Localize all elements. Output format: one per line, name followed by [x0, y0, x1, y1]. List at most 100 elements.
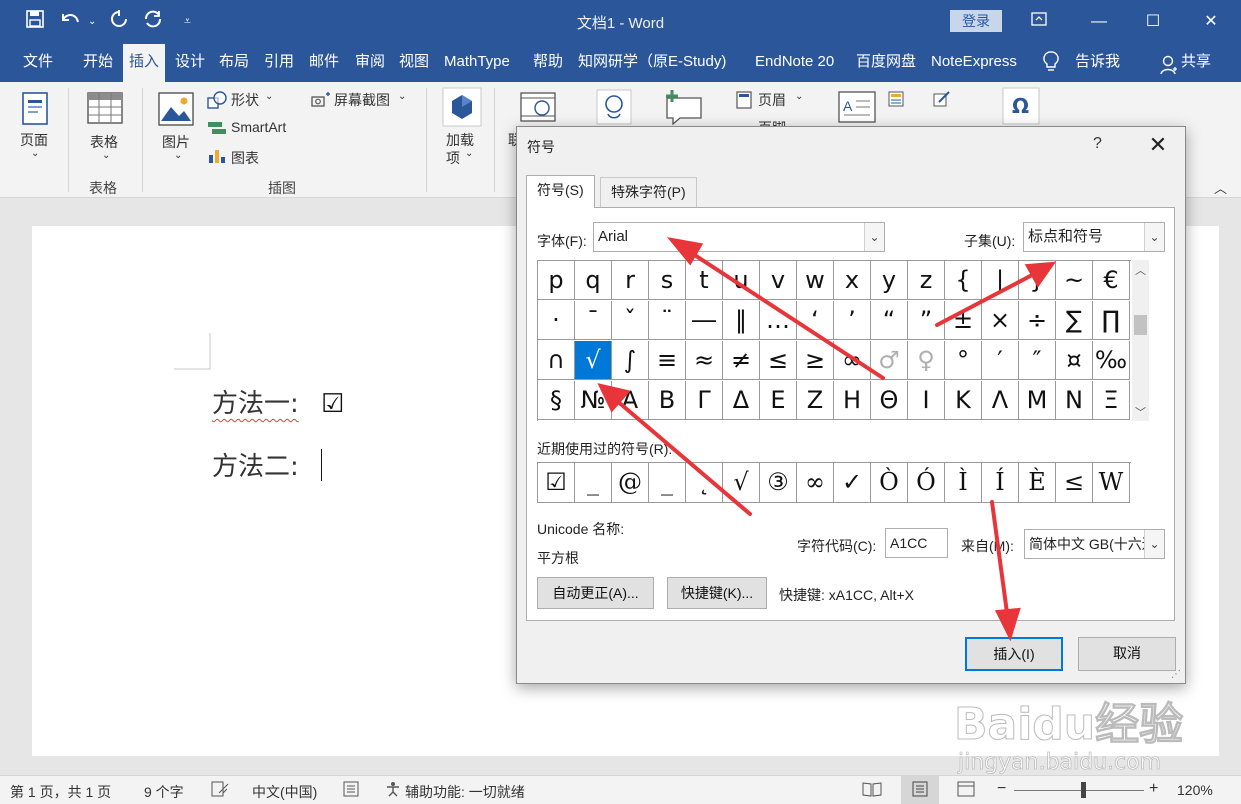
- insert-button[interactable]: 插入(I): [965, 637, 1063, 671]
- recent-symbol-cell[interactable]: Ò: [871, 463, 908, 503]
- share-button[interactable]: 共享: [1181, 44, 1211, 82]
- symbol-cell[interactable]: }: [1019, 261, 1056, 300]
- zoom-slider-thumb[interactable]: [1081, 782, 1086, 798]
- symbol-cell[interactable]: ∏: [1093, 301, 1130, 340]
- scroll-down-icon[interactable]: ﹀: [1135, 404, 1146, 420]
- smartart-button[interactable]: SmartArt: [231, 119, 286, 135]
- symbol-cell[interactable]: Ν: [1056, 381, 1093, 420]
- screenshot-icon[interactable]: [311, 92, 331, 111]
- symbol-cell[interactable]: ′: [982, 341, 1019, 380]
- symbol-cell[interactable]: Λ: [982, 381, 1019, 420]
- close-window-icon[interactable]: ✕: [1196, 9, 1226, 35]
- symbol-cell[interactable]: y: [871, 261, 908, 300]
- symbol-cell[interactable]: {: [945, 261, 982, 300]
- recent-symbol-cell[interactable]: È: [1019, 463, 1056, 503]
- close-dialog-icon[interactable]: ✕: [1143, 131, 1173, 161]
- symbol-cell[interactable]: ”: [908, 301, 945, 340]
- symbol-cell[interactable]: ~: [1056, 261, 1093, 300]
- shortcut-key-button[interactable]: 快捷键(K)...: [667, 577, 767, 609]
- shapes-icon[interactable]: [207, 91, 227, 112]
- symbol-cell[interactable]: ‘: [797, 301, 834, 340]
- header-button[interactable]: 页眉: [758, 90, 786, 110]
- recent-symbol-cell[interactable]: ≤: [1056, 463, 1093, 503]
- shapes-dropdown-icon[interactable]: ⌄: [265, 91, 273, 102]
- word-count[interactable]: 9 个字: [144, 782, 184, 802]
- tab-references[interactable]: 引用: [264, 44, 294, 82]
- tab-insert[interactable]: 插入: [123, 44, 166, 82]
- tab-layout[interactable]: 布局: [219, 44, 249, 82]
- symbol-cell[interactable]: q: [575, 261, 612, 300]
- chevron-down-icon[interactable]: ⌄: [1144, 223, 1164, 251]
- header-icon[interactable]: [736, 91, 752, 112]
- screenshot-button[interactable]: 屏幕截图: [334, 90, 390, 110]
- recent-symbol-cell[interactable]: _: [649, 463, 686, 503]
- page-button[interactable]: 页面: [20, 130, 48, 150]
- collapse-ribbon-icon[interactable]: ︿: [1214, 178, 1227, 197]
- symbol-grid-scrollbar[interactable]: ︿ ﹀: [1132, 260, 1149, 421]
- proofing-icon[interactable]: [211, 781, 229, 800]
- page-icon[interactable]: [20, 92, 50, 129]
- page-count[interactable]: 第 1 页，共 1 页: [10, 782, 111, 802]
- chevron-down-icon[interactable]: ⌄: [864, 223, 884, 251]
- tab-symbols[interactable]: 符号(S): [526, 175, 595, 208]
- zoom-out-button[interactable]: −: [997, 780, 1006, 798]
- symbol-cell[interactable]: ’: [834, 301, 871, 340]
- from-select[interactable]: 简体中文 GB(十六进制) ⌄: [1024, 529, 1165, 559]
- symbol-cell[interactable]: ˇ: [612, 301, 649, 340]
- symbol-cell[interactable]: Ε: [760, 381, 797, 420]
- symbol-cell[interactable]: z: [908, 261, 945, 300]
- symbol-cell[interactable]: ¨: [649, 301, 686, 340]
- symbol-cell[interactable]: ♂: [871, 341, 908, 380]
- symbol-cell[interactable]: Ζ: [797, 381, 834, 420]
- symbol-cell[interactable]: p: [538, 261, 575, 300]
- symbol-cell[interactable]: s: [649, 261, 686, 300]
- scroll-up-icon[interactable]: ︿: [1135, 262, 1146, 278]
- help-button[interactable]: ?: [1093, 135, 1102, 153]
- tab-review[interactable]: 审阅: [355, 44, 385, 82]
- tab-view[interactable]: 视图: [399, 44, 429, 82]
- symbol-cell[interactable]: ≤: [760, 341, 797, 380]
- symbol-cell[interactable]: ‖: [723, 301, 760, 340]
- symbol-cell[interactable]: Δ: [723, 381, 760, 420]
- chevron-down-icon[interactable]: ⌄: [1144, 530, 1164, 558]
- resize-grip-icon[interactable]: ⋰: [1171, 669, 1181, 680]
- symbol-cell[interactable]: ―: [686, 301, 723, 340]
- tab-baidu-netdisk[interactable]: 百度网盘: [856, 44, 916, 82]
- undo-dropdown-icon[interactable]: ⌄: [88, 16, 96, 27]
- charcode-field[interactable]: A1CC: [885, 528, 948, 558]
- chart-icon[interactable]: [207, 148, 227, 167]
- zoom-in-button[interactable]: +: [1149, 780, 1158, 798]
- zoom-level[interactable]: 120%: [1177, 782, 1213, 798]
- symbol-cell[interactable]: ‰: [1093, 341, 1130, 380]
- symbol-cell[interactable]: ˉ: [575, 301, 612, 340]
- symbol-cell[interactable]: ≠: [723, 341, 760, 380]
- addins-button[interactable]: 加载: [446, 130, 474, 150]
- link-icon[interactable]: [596, 89, 632, 128]
- comment-icon[interactable]: [664, 89, 704, 128]
- login-button[interactable]: 登录: [950, 10, 1002, 32]
- addins-icon[interactable]: [442, 87, 482, 130]
- recent-symbol-cell[interactable]: ☑: [538, 463, 575, 503]
- language[interactable]: 中文(中国): [252, 782, 317, 802]
- symbol-cell[interactable]: ∩: [538, 341, 575, 380]
- symbol-cell[interactable]: Κ: [945, 381, 982, 420]
- accessibility-icon[interactable]: [385, 781, 403, 800]
- symbol-grid[interactable]: p q r s t u v w x y z{|} ~ € · ˉ ˇ ¨ ― ‖… ‘’ “” ± × ÷ ∑ ∏ ∩ √ ∫ ≡ ≈ ≠ ≤ ≥…: [537, 260, 1131, 421]
- symbol-cell[interactable]: ≥: [797, 341, 834, 380]
- recent-symbol-cell[interactable]: ✓: [834, 463, 871, 503]
- tab-mailings[interactable]: 邮件: [309, 44, 339, 82]
- shapes-button[interactable]: 形状: [231, 90, 259, 110]
- screenshot-dropdown-icon[interactable]: ⌄: [398, 91, 406, 102]
- addins-button-line2[interactable]: 项: [446, 148, 460, 168]
- symbol-cell[interactable]: ″: [1019, 341, 1056, 380]
- recent-symbol-cell[interactable]: ∞: [797, 463, 834, 503]
- symbol-cell[interactable]: ∑: [1056, 301, 1093, 340]
- symbol-cell[interactable]: v: [760, 261, 797, 300]
- symbol-cell[interactable]: …: [760, 301, 797, 340]
- save-icon[interactable]: [26, 10, 44, 33]
- chart-button[interactable]: 图表: [231, 148, 259, 168]
- picture-icon[interactable]: [158, 92, 194, 129]
- symbol-cell[interactable]: Α: [612, 381, 649, 420]
- symbol-cell[interactable]: ·: [538, 301, 575, 340]
- recent-symbol-cell[interactable]: ③: [760, 463, 797, 503]
